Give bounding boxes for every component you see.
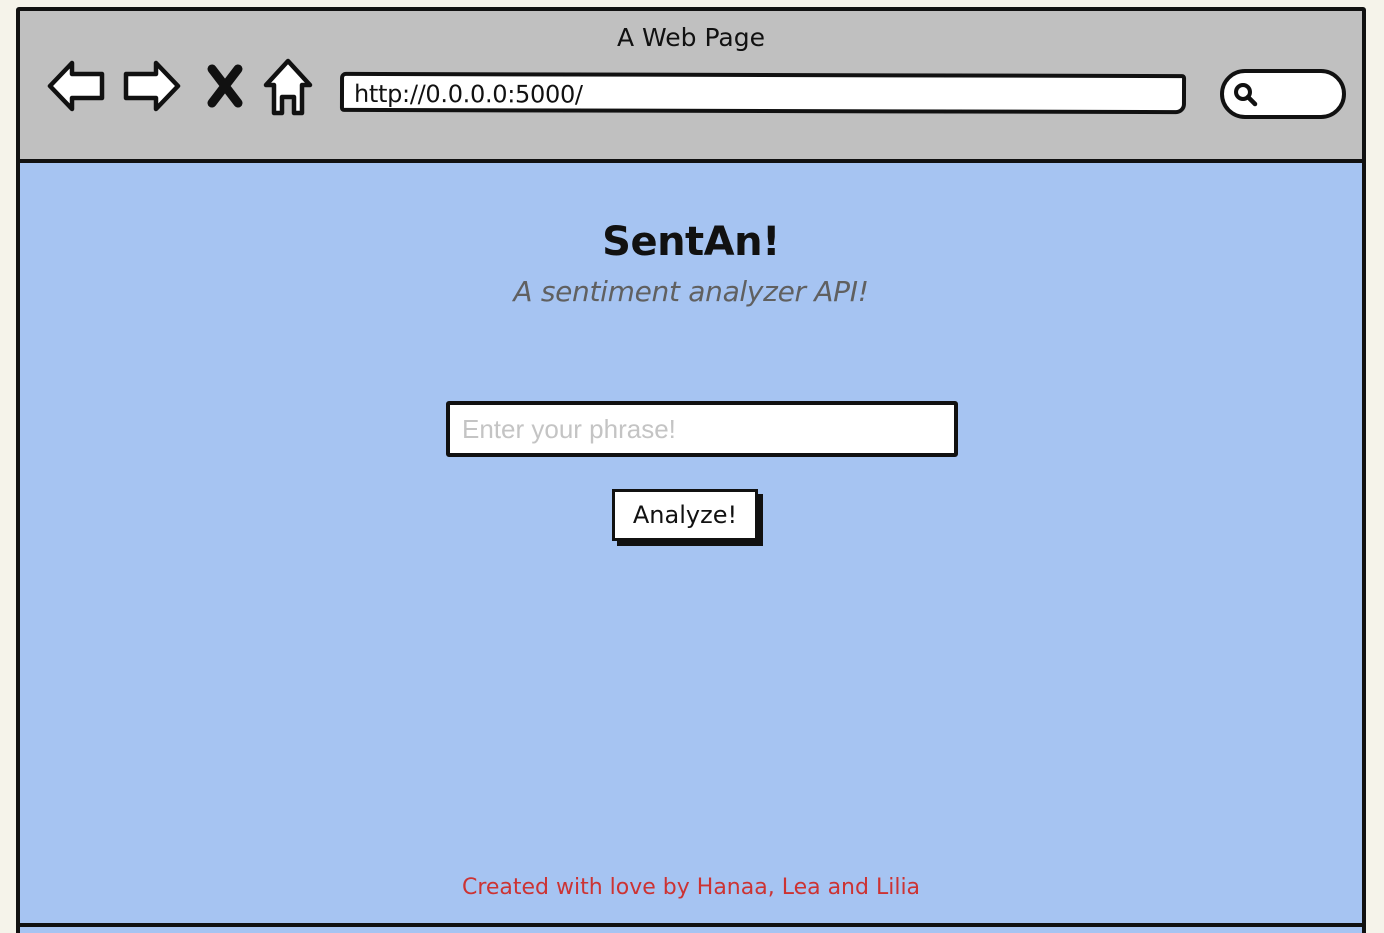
window-bottom-border bbox=[20, 923, 1362, 927]
page: A Web Page http://0.0.0.0:5000/ SentAn! … bbox=[0, 0, 1384, 933]
browser-window: A Web Page http://0.0.0.0:5000/ SentAn! … bbox=[16, 7, 1366, 933]
phrase-input[interactable] bbox=[446, 401, 958, 457]
search-icon bbox=[1234, 83, 1258, 107]
analyze-button[interactable]: Analyze! bbox=[612, 489, 758, 541]
address-bar[interactable]: http://0.0.0.0:5000/ bbox=[339, 71, 1187, 115]
app-subtitle: A sentiment analyzer API! bbox=[513, 275, 869, 308]
home-icon[interactable] bbox=[260, 55, 316, 117]
page-content: SentAn! A sentiment analyzer API! Analyz… bbox=[20, 163, 1362, 928]
back-arrow-icon[interactable] bbox=[44, 55, 108, 117]
window-title: A Web Page bbox=[616, 23, 766, 52]
browser-toolbar: A Web Page http://0.0.0.0:5000/ bbox=[20, 11, 1362, 163]
address-url: http://0.0.0.0:5000/ bbox=[353, 79, 583, 109]
close-icon[interactable] bbox=[200, 55, 252, 117]
app-title: SentAn! bbox=[602, 219, 780, 265]
footer-credits: Created with love by Hanaa, Lea and Lili… bbox=[461, 875, 921, 900]
browser-search-field[interactable] bbox=[1220, 69, 1346, 119]
forward-arrow-icon[interactable] bbox=[120, 55, 184, 117]
